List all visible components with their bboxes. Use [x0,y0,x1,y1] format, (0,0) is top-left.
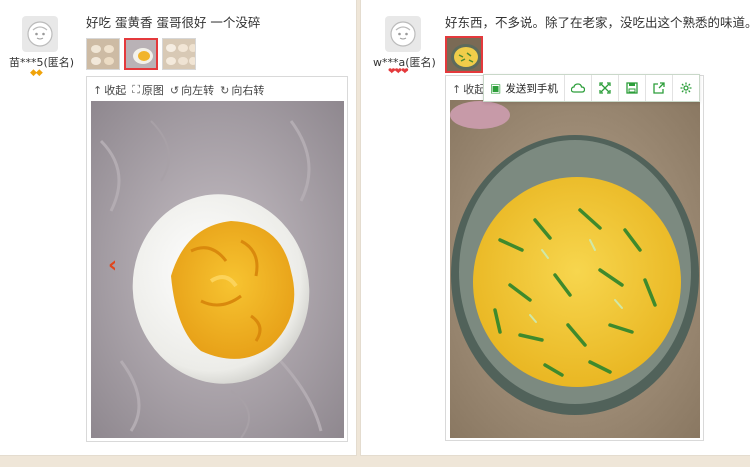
viewer-toolbar: ↑ 收起 [446,78,485,100]
collapse-button[interactable]: ↑ 收起 [93,82,126,98]
save-icon [626,82,638,94]
review-photo-egg[interactable] [91,101,344,438]
settings-button[interactable] [673,75,699,101]
review-card-1: 苗***5(匿名) ◆◆ 好吃 蛋黄香 蛋哥很好 一个没碎 ↑ 收起 ⛶ 原图 … [0,0,356,455]
review-card-2: w***a(匿名) ❤❤❤ 好东西，不多说。除了在老家，没吃出这个熟悉的味道。 … [361,0,750,455]
avatar[interactable] [22,16,58,52]
save-button[interactable] [619,75,646,101]
rotate-right-button[interactable]: ↻ 向右转 [220,82,264,98]
collapse-label: 收起 [463,83,486,96]
collapse-arrow-icon: ↑ [452,82,462,96]
default-avatar-icon [27,21,53,47]
share-button[interactable] [646,75,673,101]
collapse-label: 收起 [104,84,127,97]
expand-icon: ⛶ [132,83,140,96]
gear-icon [680,82,692,94]
thumbnail-3[interactable] [162,38,196,70]
prev-image-arrow[interactable]: ‹ [108,253,117,278]
collapse-button[interactable]: ↑ 收起 [452,81,485,97]
image-viewer: ↑ 收起 ⛶ 原图 ↺ 向左转 ↻ 向右转 [86,76,348,442]
review-photo-egg-custard[interactable] [450,100,700,438]
thumbnail-1-selected[interactable] [445,36,483,73]
cloud-button[interactable] [565,75,592,101]
send-to-phone-label: 发送到手机 [505,82,558,95]
share-icon [653,82,665,94]
image-action-popup: ▣ 发送到手机 [483,74,700,102]
fullscreen-icon [599,82,611,94]
rotate-left-icon: ↺ [169,83,180,97]
thumbnail-strip [445,36,483,73]
thumbnail-2-selected[interactable] [124,38,158,70]
original-image-button[interactable]: ⛶ 原图 [132,82,164,98]
thumbnail-strip [86,38,196,70]
rotate-right-label: 向右转 [231,84,265,97]
member-badge-icon: ◆◆ [30,68,43,78]
rotate-left-label: 向左转 [181,84,215,97]
member-heart-badge-icon: ❤❤❤ [388,67,409,77]
cloud-icon [570,83,585,93]
phone-send-icon: ▣ [490,81,502,95]
viewer-toolbar: ↑ 收起 ⛶ 原图 ↺ 向左转 ↻ 向右转 [87,79,264,101]
collapse-arrow-icon: ↑ [93,83,103,97]
rotate-left-button[interactable]: ↺ 向左转 [170,82,214,98]
avatar[interactable] [385,16,421,52]
review-text: 好东西，不多说。除了在老家，没吃出这个熟悉的味道。 [445,15,750,30]
default-avatar-icon [390,21,416,47]
rotate-right-icon: ↻ [220,83,230,97]
thumbnail-1[interactable] [86,38,120,70]
original-label: 原图 [141,84,164,97]
review-text: 好吃 蛋黄香 蛋哥很好 一个没碎 [86,15,261,30]
send-to-phone-button[interactable]: ▣ 发送到手机 [484,75,565,101]
fullscreen-button[interactable] [592,75,619,101]
image-viewer: ↑ 收起 [445,75,704,441]
